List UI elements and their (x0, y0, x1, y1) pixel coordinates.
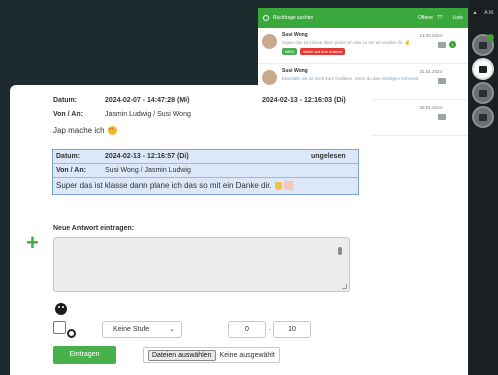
quote-datum-value: 2024-02-13 - 12:16:57 (Di) (105, 153, 189, 160)
tag-waiting: Warte auf Ihre Antwort (299, 48, 346, 55)
conversation-dialog: Datum: 2024-02-07 - 14:47:28 (Mi) 2024-0… (10, 85, 372, 375)
rail-top-right: A.M. (484, 10, 495, 16)
reply-icon[interactable] (438, 114, 446, 120)
quoted-message: Datum: 2024-02-13 - 12:16:57 (Di) ungele… (52, 149, 359, 195)
filter-open[interactable]: Offene (418, 15, 433, 21)
heart-eyes-emoji-icon (107, 126, 117, 136)
list-item-text: Super das ist klasse dann plane ich das … (282, 40, 411, 45)
rail-settings-button[interactable] (472, 106, 494, 128)
headset-icon (479, 89, 487, 97)
gear-icon[interactable] (67, 329, 76, 338)
level-select-value: Keine Stufe (113, 326, 150, 333)
settings-icon (479, 113, 487, 121)
attachment-checkbox[interactable] (53, 321, 66, 334)
rail-notes-button[interactable] (472, 58, 494, 80)
tag-open: offen (282, 48, 297, 55)
level-select[interactable]: Keine Stufe ⌄ (102, 321, 182, 338)
microphone-icon[interactable] (338, 247, 342, 255)
avatar (262, 70, 277, 85)
message-icon (479, 41, 487, 49)
list-item-text: Ebenfalls sie ist noch kurz Grafiken, we… (282, 76, 419, 81)
datum-label: Datum: (53, 97, 78, 104)
filter-list[interactable]: Liste (452, 15, 463, 21)
chevron-down-icon: ⌄ (169, 326, 175, 333)
von-value: Jasmin Ludwig / Susi Wong (105, 111, 191, 118)
search-input[interactable]: Rückfrage suchen (273, 15, 418, 21)
von-label: Von / An: (53, 111, 83, 118)
quote-von-value: Susi Wong / Jasmin Ludwig (105, 167, 191, 174)
file-status: Keine ausgewählt (219, 351, 275, 359)
notes-icon (479, 65, 487, 73)
file-upload[interactable]: Dateien auswählen Keine ausgewählt (143, 347, 280, 363)
emoji-picker-icon[interactable] (55, 303, 67, 315)
minutes-input[interactable]: 10 (273, 321, 311, 338)
list-item[interactable]: Susi Wong Super das ist klasse dann plan… (258, 28, 468, 64)
message-text: Jap mache ich (53, 126, 117, 136)
face-emoji-icon (283, 181, 293, 191)
quote-text-content: Super das ist klasse dann plane ich das … (56, 181, 272, 190)
app-rail: ▲ A.M. (469, 0, 498, 375)
quote-von-row (53, 164, 358, 178)
filter-open-count: ?? (436, 15, 443, 21)
list-item-date: 13.02.2024 (419, 33, 442, 38)
datum-right: 2024-02-13 - 12:16:03 (Di) (262, 97, 346, 104)
search-icon (263, 15, 269, 21)
unread-status: ungelesen (311, 153, 346, 160)
reply-icon[interactable] (438, 78, 446, 84)
avatar (262, 34, 277, 49)
submit-button[interactable]: Eintragen (53, 346, 116, 364)
reply-label: Neue Antwort eintragen: (53, 225, 135, 232)
quote-text: Super das ist klasse dann plane ich das … (56, 181, 293, 191)
quote-von-label: Von / An: (56, 167, 86, 174)
hours-input[interactable]: 0 (228, 321, 266, 338)
list-header: Rückfrage suchen Offene ?? Liste (258, 8, 468, 28)
time-separator: . (269, 325, 271, 332)
list-item-date: 31.01.2024 (419, 69, 442, 74)
datum-value: 2024-02-07 - 14:47:28 (Mi) (105, 97, 190, 104)
rail-top: ▲ A.M. (469, 10, 498, 16)
list-item-tags: offen Warte auf Ihre Antwort (282, 48, 462, 55)
resize-handle-icon[interactable] (342, 284, 347, 289)
unread-badge: 1 (449, 41, 456, 48)
plus-icon[interactable]: + (26, 232, 39, 254)
quote-datum-label: Datum: (56, 153, 81, 160)
message-text-content: Jap mache ich (53, 126, 105, 135)
victory-hand-emoji-icon (274, 181, 282, 190)
list-item-date: 30.01.2024 (419, 105, 442, 110)
rail-badge (487, 34, 494, 41)
rail-messages-button[interactable] (472, 34, 494, 56)
choose-files-button[interactable]: Dateien auswählen (148, 349, 216, 361)
reply-textarea[interactable] (53, 237, 350, 292)
rail-support-button[interactable] (472, 82, 494, 104)
rail-top-left: ▲ (472, 10, 478, 16)
reply-icon[interactable] (438, 42, 446, 48)
